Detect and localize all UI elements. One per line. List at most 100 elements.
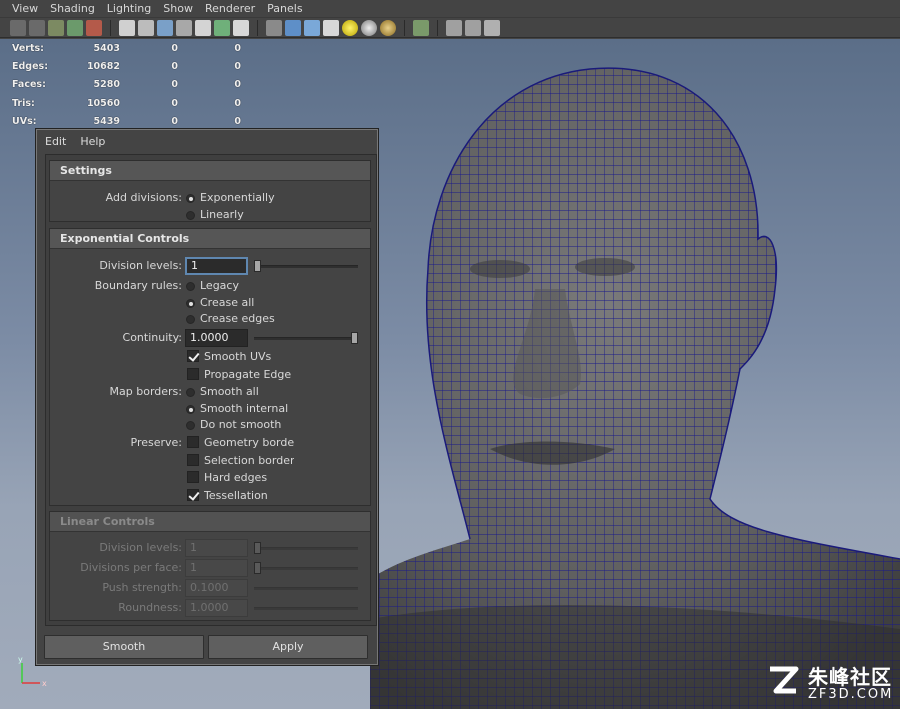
smooth-shade-icon[interactable]	[285, 19, 301, 36]
isolate-select-icon[interactable]	[413, 19, 429, 36]
linear-controls-section: Linear Controls Division levels: 1 Divis…	[49, 511, 371, 621]
linear-division-levels-field[interactable]: 1	[185, 539, 248, 557]
radio-legacy[interactable]	[186, 282, 195, 291]
push-strength-field[interactable]: 0.1000	[185, 579, 248, 597]
option-linearly[interactable]: Linearly	[200, 208, 244, 221]
select-camera-icon[interactable]	[10, 19, 26, 36]
option-exponentially[interactable]: Exponentially	[200, 191, 275, 204]
menu-shading[interactable]: Shading	[44, 2, 101, 15]
boundary-rules-row-2: Crease all	[50, 295, 372, 312]
division-levels-slider[interactable]	[254, 260, 358, 272]
menu-edit[interactable]: Edit	[45, 135, 66, 148]
textured-icon[interactable]	[323, 19, 339, 36]
roundness-slider[interactable]	[254, 607, 358, 610]
menu-view[interactable]: View	[6, 2, 44, 15]
shadows-icon[interactable]	[361, 19, 377, 36]
hud-label: Tris:	[12, 97, 35, 109]
radio-crease-edges[interactable]	[186, 315, 195, 324]
push-strength-slider[interactable]	[254, 587, 358, 590]
watermark-cn: 朱峰社区	[808, 665, 892, 689]
use-all-lights-icon[interactable]	[342, 19, 358, 36]
xray-joints-icon[interactable]	[465, 19, 481, 36]
map-borders-row-3: Do not smooth	[50, 417, 372, 434]
safe-action-icon[interactable]	[214, 19, 230, 36]
menu-panels[interactable]: Panels	[261, 2, 308, 15]
grid-icon[interactable]	[119, 19, 135, 36]
map-borders-row-2: Smooth internal	[50, 401, 372, 418]
propagate-edge-label[interactable]: Propagate Edge	[204, 368, 294, 381]
radio-smooth-all[interactable]	[186, 388, 195, 397]
option-smooth-all[interactable]: Smooth all	[200, 385, 259, 398]
option-legacy[interactable]: Legacy	[200, 279, 239, 292]
geometry-borders-label[interactable]: Geometry border	[204, 436, 294, 449]
toolbar-separator	[404, 19, 405, 36]
hard-edges-label[interactable]: Hard edges	[204, 471, 294, 484]
hard-edges-row: Hard edges	[50, 470, 372, 487]
divisions-per-face-slider[interactable]	[254, 562, 358, 574]
gate-mask-icon[interactable]	[176, 19, 192, 36]
slider-handle[interactable]	[254, 542, 261, 554]
hud-label: Edges:	[12, 60, 48, 72]
continuity-label: Continuity:	[122, 331, 182, 344]
watermark-en: ZF3D.COM	[808, 687, 894, 702]
wireframe-icon[interactable]	[266, 19, 282, 36]
division-levels-field[interactable]: 1	[185, 257, 248, 275]
slider-handle[interactable]	[351, 332, 358, 344]
camera-attributes-icon[interactable]	[29, 19, 45, 36]
option-crease-all[interactable]: Crease all	[200, 296, 254, 309]
propagate-edge-checkbox[interactable]	[187, 368, 199, 380]
menu-renderer[interactable]: Renderer	[199, 2, 261, 15]
option-do-not-smooth[interactable]: Do not smooth	[200, 418, 281, 431]
continuity-slider[interactable]	[254, 332, 358, 344]
option-crease-edges[interactable]: Crease edges	[200, 312, 275, 325]
wireframe-on-shaded-icon[interactable]	[304, 19, 320, 36]
selection-borders-label[interactable]: Selection borders	[204, 454, 294, 467]
selection-borders-checkbox[interactable]	[187, 454, 199, 466]
high-quality-icon[interactable]	[380, 19, 396, 36]
xray-icon[interactable]	[446, 19, 462, 36]
two-d-pan-icon[interactable]	[86, 19, 102, 36]
share-icon[interactable]	[484, 19, 500, 36]
hard-edges-checkbox[interactable]	[187, 471, 199, 483]
hud-row: Verts: 5403 0 0	[12, 39, 241, 57]
slider-handle[interactable]	[254, 562, 261, 574]
linear-controls-header[interactable]: Linear Controls	[50, 512, 370, 532]
menu-lighting[interactable]: Lighting	[101, 2, 157, 15]
menu-help[interactable]: Help	[80, 135, 105, 148]
tessellation-checkbox[interactable]	[187, 489, 199, 501]
settings-header[interactable]: Settings	[50, 161, 370, 181]
bookmarks-icon[interactable]	[48, 19, 64, 36]
divisions-per-face-row: Divisions per face: 1	[50, 559, 372, 577]
film-gate-icon[interactable]	[138, 19, 154, 36]
resolution-gate-icon[interactable]	[157, 19, 173, 36]
image-plane-icon[interactable]	[67, 19, 83, 36]
geometry-borders-checkbox[interactable]	[187, 436, 199, 448]
smooth-uvs-checkbox[interactable]	[187, 350, 199, 362]
divisions-per-face-field[interactable]: 1	[185, 559, 248, 577]
hud-value: 0	[171, 60, 178, 72]
option-smooth-internal[interactable]: Smooth internal	[200, 402, 288, 415]
radio-smooth-internal[interactable]	[186, 405, 195, 414]
safe-title-icon[interactable]	[233, 19, 249, 36]
radio-exponentially[interactable]	[186, 194, 195, 203]
axis-x-label: x	[42, 679, 47, 688]
head-mesh-model	[370, 67, 900, 709]
tessellation-label[interactable]: Tessellation	[204, 489, 294, 502]
menu-show[interactable]: Show	[157, 2, 199, 15]
linear-division-levels-slider[interactable]	[254, 542, 358, 554]
boundary-rules-row-3: Crease edges	[50, 311, 372, 328]
preserve-label: Preserve:	[130, 436, 183, 449]
smooth-uvs-label[interactable]: Smooth UVs	[204, 350, 294, 363]
continuity-field[interactable]: 1.0000	[185, 329, 248, 347]
apply-button[interactable]: Apply	[208, 635, 368, 659]
slider-handle[interactable]	[254, 260, 261, 272]
roundness-field[interactable]: 1.0000	[185, 599, 248, 617]
smooth-button[interactable]: Smooth	[44, 635, 204, 659]
field-chart-icon[interactable]	[195, 19, 211, 36]
radio-crease-all[interactable]	[186, 299, 195, 308]
hud-value: 0	[234, 79, 241, 91]
exponential-controls-header[interactable]: Exponential Controls	[50, 229, 370, 249]
radio-linearly[interactable]	[186, 211, 195, 220]
boundary-rules-row: Boundary rules: Legacy	[50, 278, 372, 295]
radio-do-not-smooth[interactable]	[186, 421, 195, 430]
